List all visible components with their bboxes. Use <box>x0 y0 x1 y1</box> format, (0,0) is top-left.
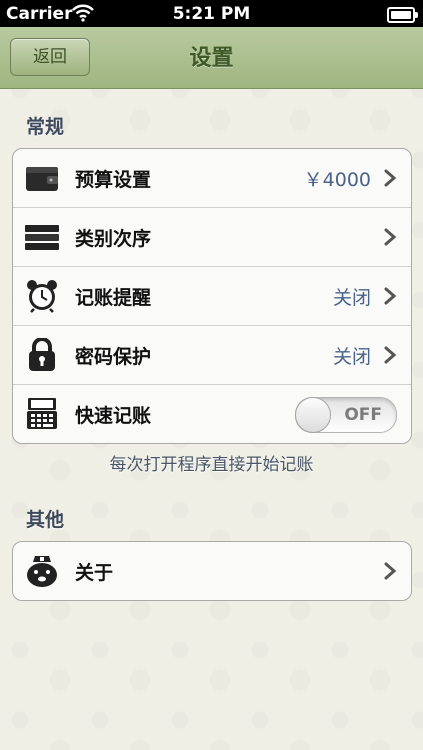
quick-entry-footnote: 每次打开程序直接开始记账 <box>109 455 314 475</box>
toggle-state-text: OFF <box>344 405 382 425</box>
chevron-right-icon <box>384 169 397 187</box>
about-row[interactable]: 关于 <box>13 542 411 600</box>
budget-value: ￥4000 <box>303 169 371 191</box>
mascot-icon <box>27 556 57 587</box>
section-header-other: 其他 <box>26 509 65 531</box>
password-protection-label: 密码保护 <box>75 346 152 368</box>
battery-icon <box>387 7 418 23</box>
chevron-right-icon <box>384 287 397 305</box>
password-protection-row[interactable]: 密码保护 关闭 <box>13 326 411 385</box>
stack-icon <box>25 225 59 250</box>
budget-settings-label: 预算设置 <box>75 169 152 191</box>
quick-entry-row: 快速记账 OFF <box>13 385 411 443</box>
alarm-clock-icon <box>27 280 57 313</box>
page-title: 设置 <box>189 46 234 71</box>
budget-settings-row[interactable]: 预算设置 ￥4000 <box>13 149 411 208</box>
other-settings-group: 关于 <box>12 541 412 601</box>
navigation-bar: 返回 设置 <box>0 27 423 89</box>
quick-entry-toggle[interactable]: OFF <box>295 397 397 433</box>
section-header-general: 常规 <box>26 116 65 138</box>
padlock-icon <box>29 338 55 371</box>
password-protection-value: 关闭 <box>332 346 371 368</box>
chevron-right-icon <box>384 346 397 364</box>
reminder-label: 记账提醒 <box>75 287 152 309</box>
toggle-knob <box>295 397 331 433</box>
clock: 5:21 PM <box>172 4 251 24</box>
status-bar: Carrier 5:21 PM <box>0 0 423 27</box>
cash-register-icon <box>27 398 57 429</box>
chevron-right-icon <box>384 228 397 246</box>
about-label: 关于 <box>75 562 114 584</box>
chevron-right-icon <box>384 562 397 580</box>
category-order-row[interactable]: 类别次序 <box>13 208 411 267</box>
reminder-value: 关闭 <box>332 287 371 309</box>
general-settings-group: 预算设置 ￥4000 类别次序 记账提醒 关闭 密码保护 关闭 快速记账 OFF <box>12 148 412 444</box>
category-order-label: 类别次序 <box>75 228 152 250</box>
quick-entry-label: 快速记账 <box>75 405 152 427</box>
reminder-row[interactable]: 记账提醒 关闭 <box>13 267 411 326</box>
wallet-icon <box>26 167 58 191</box>
